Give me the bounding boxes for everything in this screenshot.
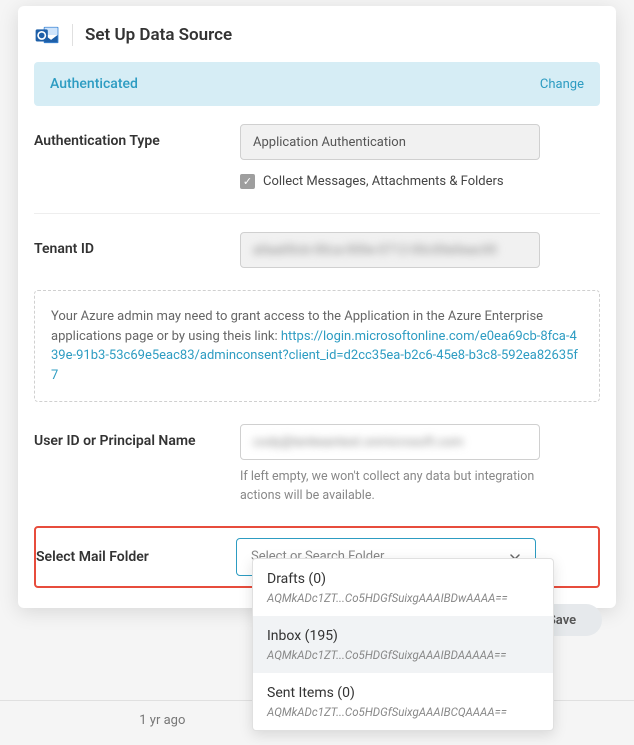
outlook-icon: [34, 22, 60, 48]
user-id-label: User ID or Principal Name: [34, 424, 240, 449]
setup-data-source-modal: Set Up Data Source Authenticated Change …: [18, 6, 616, 608]
auth-type-row: Authentication Type Application Authenti…: [18, 124, 616, 197]
dropdown-item-sub: AQMkADc1ZT...Co5HDGfSuixgAAAIBCQAAAA==: [267, 705, 539, 719]
dropdown-item-title: Sent Items (0): [267, 685, 539, 701]
tenant-id-input[interactable]: a0aa00cb-00ca-000e-0712-00c00e0eac00: [240, 232, 540, 268]
dropdown-item-drafts[interactable]: Drafts (0) AQMkADc1ZT...Co5HDGfSuixgAAAI…: [253, 559, 553, 616]
auth-type-value: Application Authentication: [253, 135, 406, 150]
tenant-id-value: a0aa00cb-00ca-000e-0712-00c00e0eac00: [253, 243, 497, 258]
dropdown-item-sub: AQMkADc1ZT...Co5HDGfSuixgAAAIBDAAAAA==: [267, 648, 539, 662]
auth-banner: Authenticated Change: [34, 62, 600, 106]
user-id-value: cody@tenkeantest.onmicrosoft.com: [253, 435, 463, 450]
mail-folder-label: Select Mail Folder: [36, 549, 236, 565]
mail-folder-dropdown: Drafts (0) AQMkADc1ZT...Co5HDGfSuixgAAAI…: [252, 558, 554, 731]
tenant-id-label: Tenant ID: [34, 232, 240, 257]
user-id-input[interactable]: cody@tenkeantest.onmicrosoft.com: [240, 424, 540, 460]
section-separator: [34, 213, 600, 214]
dropdown-item-title: Inbox (195): [267, 628, 539, 644]
change-auth-link[interactable]: Change: [540, 77, 584, 92]
auth-status-label: Authenticated: [50, 76, 138, 92]
modal-header: Set Up Data Source: [18, 6, 616, 62]
collect-checkbox[interactable]: ✓: [240, 174, 255, 189]
tenant-id-row: Tenant ID a0aa00cb-00ca-000e-0712-00c00e…: [18, 232, 616, 268]
admin-consent-info: Your Azure admin may need to grant acces…: [34, 290, 600, 402]
dropdown-item-sub: AQMkADc1ZT...Co5HDGfSuixgAAAIBDwAAAA==: [267, 591, 539, 605]
auth-type-select[interactable]: Application Authentication: [240, 124, 540, 160]
collect-checkbox-label: Collect Messages, Attachments & Folders: [263, 174, 504, 189]
dropdown-item-inbox[interactable]: Inbox (195) AQMkADc1ZT...Co5HDGfSuixgAAA…: [253, 616, 553, 673]
dropdown-item-title: Drafts (0): [267, 571, 539, 587]
modal-title: Set Up Data Source: [85, 25, 232, 45]
dropdown-item-sent[interactable]: Sent Items (0) AQMkADc1ZT...Co5HDGfSuixg…: [253, 673, 553, 730]
header-separator: [72, 24, 73, 46]
collect-checkbox-row[interactable]: ✓ Collect Messages, Attachments & Folder…: [240, 174, 600, 189]
user-id-row: User ID or Principal Name cody@tenkeante…: [18, 424, 616, 506]
user-id-hint: If left empty, we won't collect any data…: [240, 468, 540, 506]
auth-type-label: Authentication Type: [34, 124, 240, 149]
bg-col-age: 1 yr ago: [139, 713, 185, 728]
